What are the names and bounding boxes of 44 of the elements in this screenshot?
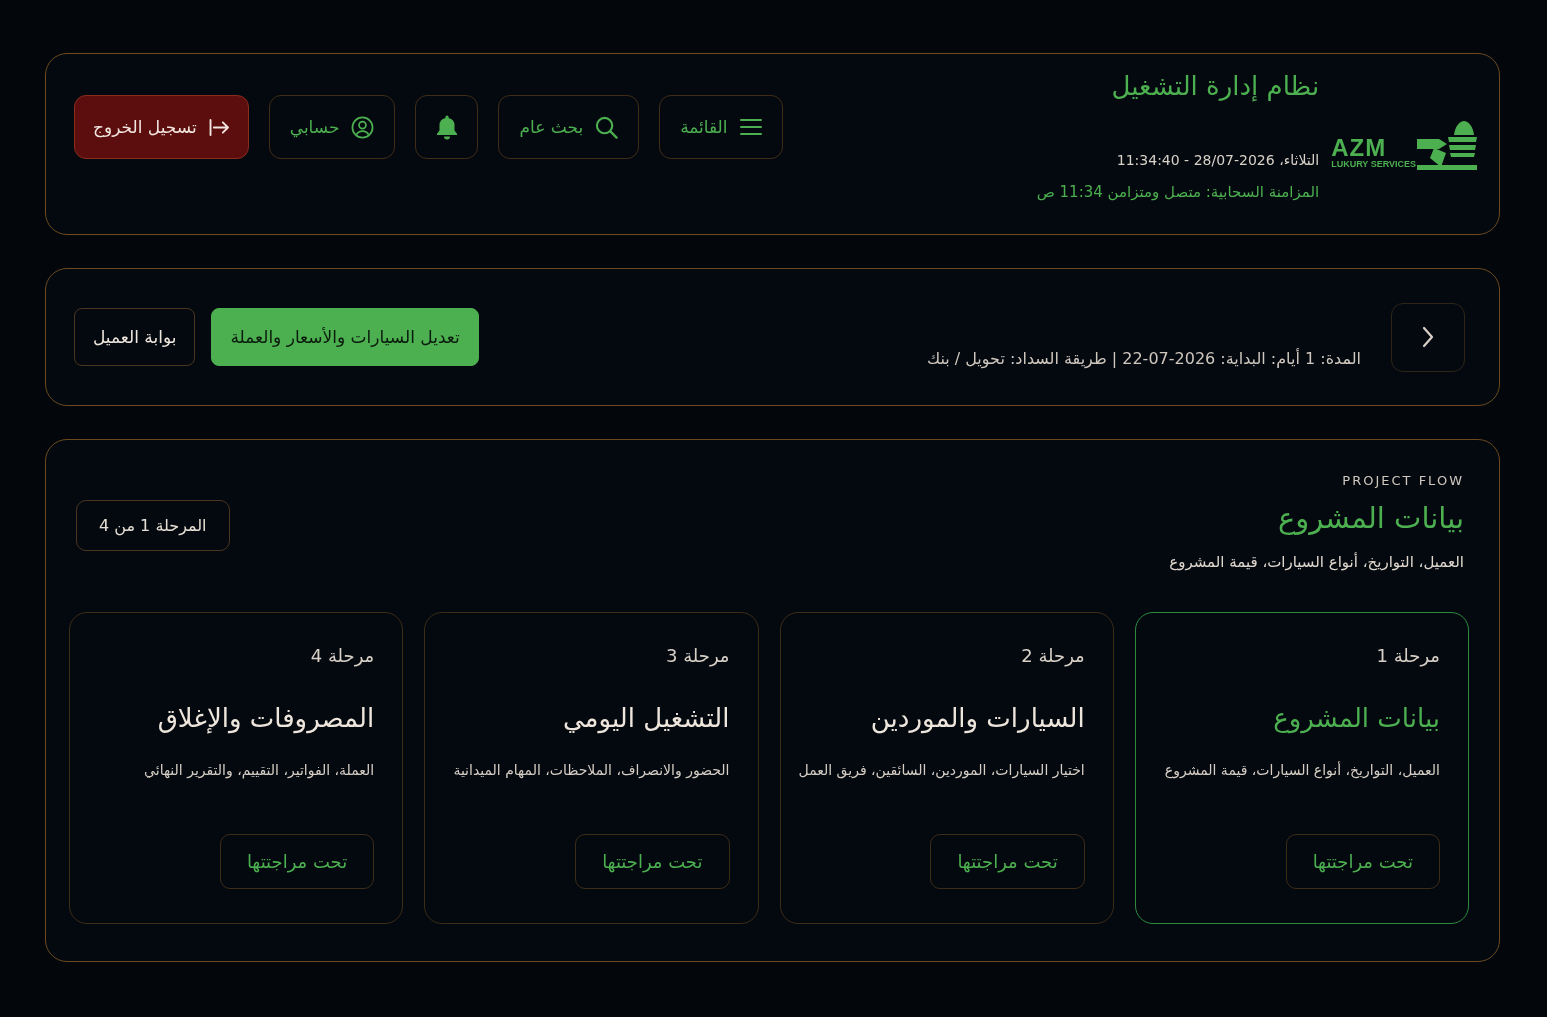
logo-emblem-icon <box>1417 120 1477 172</box>
sync-status: المزامنة السحابية: متصل ومتزامن 11:34 ص <box>1036 182 1320 202</box>
stage-description: العميل، التواريخ، أنواع السيارات، قيمة المشروع <box>1164 760 1440 781</box>
stage-title: السيارات والموردين <box>870 702 1085 736</box>
chevron-right-icon <box>1422 326 1434 348</box>
section-title: بيانات المشروع <box>1278 500 1464 537</box>
review-status-button[interactable]: تحت مراجتتها <box>575 834 730 889</box>
logo-tagline: LUKURY SERVICES <box>1331 159 1416 170</box>
search-button[interactable]: بحث عام <box>498 95 640 159</box>
stage-indicator: المرحلة 1 من 4 <box>76 500 230 551</box>
bell-icon <box>435 114 459 140</box>
menu-icon <box>739 118 762 136</box>
stage-number: مرحلة 1 <box>1376 644 1440 669</box>
review-status-button[interactable]: تحت مراجتتها <box>219 834 375 889</box>
stage-description: العملة، الفواتير، التقييم، والتقرير النهائي <box>144 761 375 781</box>
search-icon <box>595 115 619 139</box>
stage-card[interactable]: مرحلة 2 السيارات والموردين اختيار السيارات، الموردين، السائقين، فريق العمل تحت مراجتتها <box>779 612 1114 924</box>
user-icon <box>351 115 375 139</box>
stage-description: اختيار السيارات، الموردين، السائقين، فريق العمل <box>798 761 1085 781</box>
stage-number: مرحلة 3 <box>666 644 730 669</box>
stage-number: مرحلة 4 <box>310 644 375 669</box>
review-status-button[interactable]: تحت مراجتتها <box>1285 834 1440 889</box>
stage-description: الحضور والانصراف، الملاحظات، المهام الميدانية <box>453 761 730 781</box>
stage-title: التشغيل اليومي <box>562 702 730 736</box>
stage-title: بيانات المشروع <box>1273 702 1440 736</box>
review-status-button[interactable]: تحت مراجتتها <box>930 834 1085 889</box>
notifications-button[interactable] <box>415 95 479 159</box>
section-subtitle: العميل، التواريخ، أنواع السيارات، قيمة المشروع <box>1169 551 1464 573</box>
stage-number: مرحلة 2 <box>1021 644 1085 669</box>
client-portal-button[interactable]: بوابة العميل <box>74 308 196 366</box>
stage-card[interactable]: مرحلة 3 التشغيل اليومي الحضور والانصراف، الملاحظات، المهام الميدانية تحت مراجتتها <box>424 612 759 924</box>
stage-title: المصروفات والإغلاق <box>157 702 375 736</box>
menu-button[interactable]: القائمة <box>659 95 783 159</box>
edit-pricing-button[interactable]: تعديل السيارات والأسعار والعملة <box>211 308 479 366</box>
logout-button[interactable]: تسجيل الخروج <box>74 95 249 159</box>
app-title: نظام إدارة التشغيل <box>1111 70 1320 104</box>
section-eyebrow: PROJECT FLOW <box>1342 472 1464 490</box>
logo-wordmark: AZM <box>1331 137 1387 159</box>
stage-card[interactable]: مرحلة 4 المصروفات والإغلاق العملة، الفواتير، التقييم، والتقرير النهائي تحت مراجتتها <box>69 612 404 924</box>
project-summary: المدة: 1 أيام: البداية: 2026-07-22 | طريقة السداد: تحويل / بنك <box>926 348 1361 370</box>
stage-card[interactable]: مرحلة 1 بيانات المشروع العميل، التواريخ، أنواع السيارات، قيمة المشروع تحت مراجتتها <box>1134 612 1469 924</box>
account-button[interactable]: حسابي <box>268 95 396 159</box>
logout-icon <box>208 118 230 136</box>
date-time: التلاثاء، 2026-28/07 - 11:34:40 <box>1116 151 1320 170</box>
